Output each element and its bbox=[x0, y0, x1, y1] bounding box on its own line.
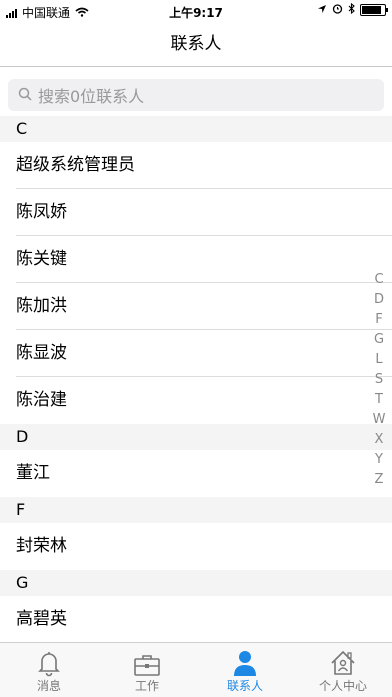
tab-label: 工作 bbox=[134, 679, 159, 693]
search-input[interactable]: 搜索0位联系人 bbox=[8, 79, 384, 111]
bluetooth-icon bbox=[348, 2, 355, 17]
search-area: 搜索0位联系人 bbox=[0, 67, 392, 116]
contact-row[interactable]: 陈加洪 bbox=[0, 283, 392, 330]
index-letter[interactable]: Z bbox=[375, 470, 384, 490]
bell-icon bbox=[0, 643, 98, 677]
tab-label: 联系人 bbox=[226, 679, 263, 693]
contact-row[interactable]: 高碧英 bbox=[0, 596, 392, 642]
contact-row[interactable]: 超级系统管理员 bbox=[0, 142, 392, 189]
contact-row[interactable]: 陈治建 bbox=[0, 377, 392, 424]
index-letter[interactable]: W bbox=[373, 410, 386, 430]
index-letter[interactable]: S bbox=[375, 370, 383, 390]
alarm-icon bbox=[332, 3, 343, 17]
tab-label: 个人中心 bbox=[318, 679, 367, 693]
contact-row[interactable]: 陈关键 bbox=[0, 236, 392, 283]
section-header: G bbox=[0, 570, 392, 596]
page-title: 联系人 bbox=[170, 34, 222, 54]
tab-work[interactable]: 工作 bbox=[98, 643, 196, 697]
alphabet-index[interactable]: C D F G L S T W X Y Z bbox=[372, 270, 386, 490]
contact-row[interactable]: 陈显波 bbox=[0, 330, 392, 377]
house-icon bbox=[294, 643, 392, 677]
index-letter[interactable]: D bbox=[374, 290, 384, 310]
contact-row[interactable]: 董江 bbox=[0, 450, 392, 497]
index-letter[interactable]: F bbox=[375, 310, 382, 330]
tab-profile[interactable]: 个人中心 bbox=[294, 643, 392, 697]
index-letter[interactable]: Y bbox=[375, 450, 383, 470]
search-icon bbox=[18, 86, 32, 105]
tab-messages[interactable]: 消息 bbox=[0, 643, 98, 697]
section-header: D bbox=[0, 424, 392, 450]
battery-icon bbox=[360, 4, 388, 16]
tab-contacts[interactable]: 联系人 bbox=[196, 643, 294, 697]
navbar: 联系人 bbox=[0, 22, 392, 67]
briefcase-icon bbox=[98, 643, 196, 677]
location-arrow-icon bbox=[317, 3, 327, 17]
contact-list[interactable]: C 超级系统管理员 陈凤娇 陈关键 陈加洪 陈显波 陈治建 D 董江 F 封荣林… bbox=[0, 116, 392, 642]
tab-label: 消息 bbox=[36, 679, 61, 693]
index-letter[interactable]: T bbox=[375, 390, 383, 410]
contact-row[interactable]: 陈凤娇 bbox=[0, 189, 392, 236]
search-placeholder: 搜索0位联系人 bbox=[38, 87, 145, 106]
index-letter[interactable]: X bbox=[375, 430, 384, 450]
person-icon bbox=[196, 643, 294, 677]
tab-bar: 消息 工作 联系人 个人中心 bbox=[0, 642, 392, 697]
index-letter[interactable]: G bbox=[374, 330, 384, 350]
status-bar: 中国联通 上午9:17 bbox=[0, 0, 392, 22]
index-letter[interactable]: C bbox=[374, 270, 383, 290]
section-header: C bbox=[0, 116, 392, 142]
section-header: F bbox=[0, 497, 392, 523]
index-letter[interactable]: L bbox=[375, 350, 382, 370]
contact-row[interactable]: 封荣林 bbox=[0, 523, 392, 570]
